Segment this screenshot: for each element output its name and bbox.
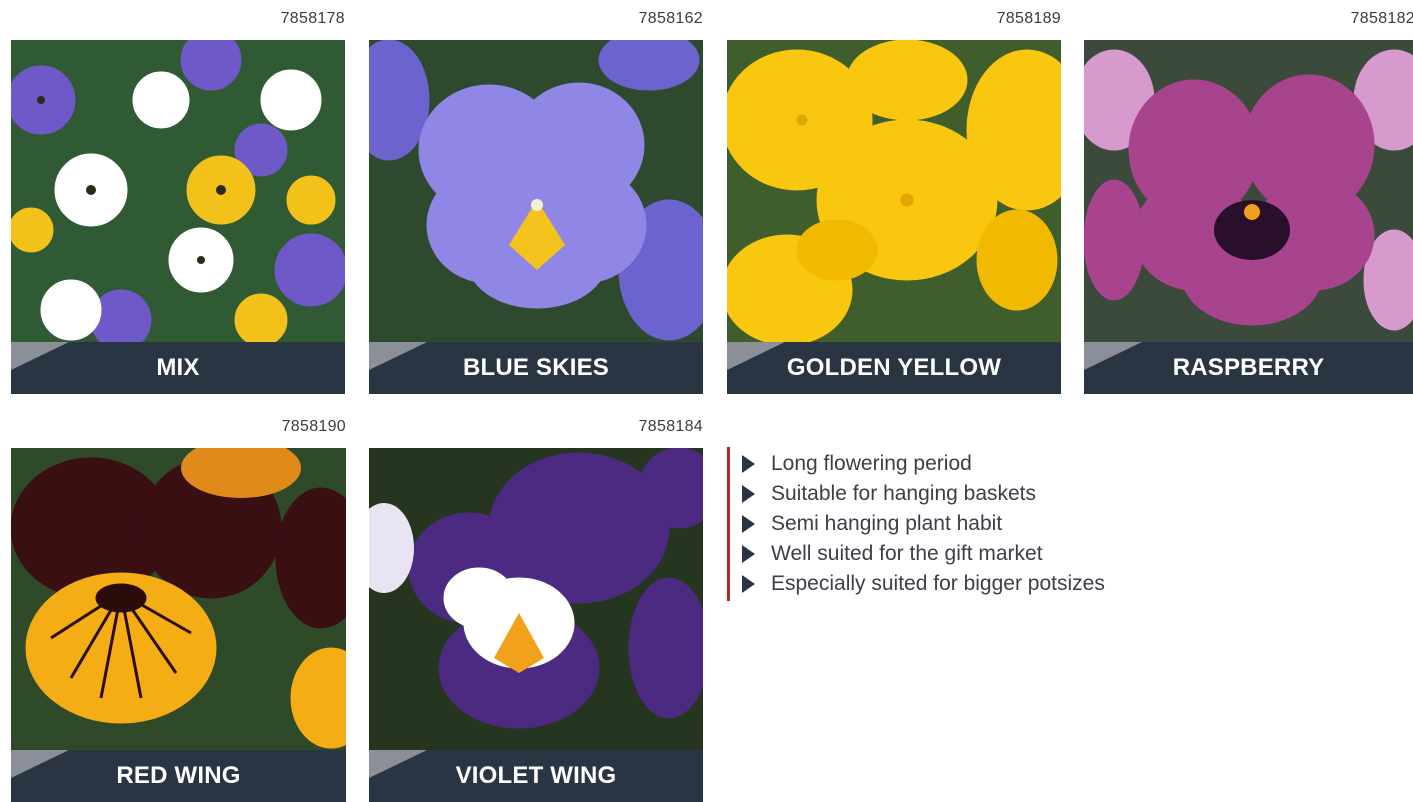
feature-text: Semi hanging plant habit <box>771 512 1003 535</box>
feature-item: Well suited for the gift market <box>742 539 1105 569</box>
product-name: RED WING <box>116 762 241 789</box>
corner-flag <box>369 750 427 778</box>
flower-image <box>1084 40 1413 342</box>
product-code: 7858184 <box>638 418 703 435</box>
triangle-right-icon <box>742 515 755 533</box>
product-name: RASPBERRY <box>1172 354 1325 381</box>
product-name-label: GOLDEN YELLOW <box>727 342 1061 394</box>
product-photo <box>727 40 1061 342</box>
feature-item: Long flowering period <box>742 449 1105 479</box>
feature-list: Long flowering period Suitable for hangi… <box>727 447 1105 601</box>
corner-flag <box>11 342 69 370</box>
product-name-label: VIOLET WING <box>369 750 703 802</box>
product-name-label: BLUE SKIES <box>369 342 703 394</box>
product-code: 7858182 <box>1350 10 1413 27</box>
product-name-label: RED WING <box>11 750 346 802</box>
flower-image <box>11 40 345 342</box>
feature-item: Semi hanging plant habit <box>742 509 1105 539</box>
corner-flag <box>11 750 69 778</box>
feature-text: Well suited for the gift market <box>771 542 1043 565</box>
product-code: 7858162 <box>638 10 703 27</box>
product-photo <box>369 448 703 750</box>
product-photo <box>11 448 346 750</box>
corner-flag <box>727 342 785 370</box>
product-photo <box>369 40 703 342</box>
product-code: 7858189 <box>996 10 1061 27</box>
flower-image <box>11 448 346 750</box>
triangle-right-icon <box>742 545 755 563</box>
product-name-label: RASPBERRY <box>1084 342 1413 394</box>
product-photo <box>11 40 345 342</box>
product-name: GOLDEN YELLOW <box>786 354 1002 381</box>
feature-text: Suitable for hanging baskets <box>771 482 1037 505</box>
feature-text: Especially suited for bigger potsizes <box>771 572 1105 595</box>
product-name-label: MIX <box>11 342 345 394</box>
feature-item: Suitable for hanging baskets <box>742 479 1105 509</box>
triangle-right-icon <box>742 575 755 593</box>
triangle-right-icon <box>742 455 755 473</box>
product-name: MIX <box>156 354 200 381</box>
feature-item: Especially suited for bigger potsizes <box>742 569 1105 599</box>
flower-image <box>369 40 703 342</box>
product-code: 7858178 <box>280 10 345 27</box>
triangle-right-icon <box>742 485 755 503</box>
corner-flag <box>369 342 427 370</box>
product-name: VIOLET WING <box>455 762 617 789</box>
corner-flag <box>1084 342 1142 370</box>
flower-image <box>727 40 1061 342</box>
product-code: 7858190 <box>281 418 346 435</box>
product-photo <box>1084 40 1413 342</box>
product-name: BLUE SKIES <box>462 354 610 381</box>
flower-image <box>369 448 703 750</box>
feature-text: Long flowering period <box>771 452 972 475</box>
